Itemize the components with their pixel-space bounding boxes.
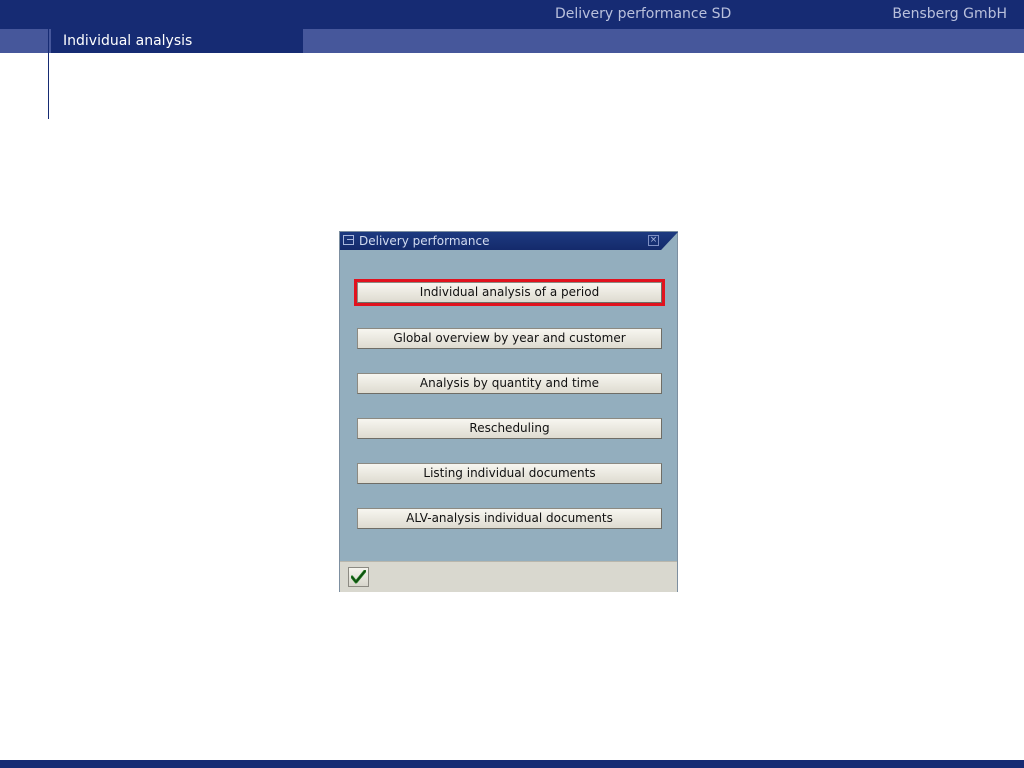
divider-line bbox=[48, 29, 49, 119]
rescheduling-button[interactable]: Rescheduling bbox=[357, 418, 662, 439]
close-icon[interactable]: × bbox=[648, 235, 659, 246]
tab-label: Individual analysis bbox=[63, 33, 193, 49]
dialog-titlebar[interactable]: Delivery performance × bbox=[340, 232, 678, 250]
tab-individual-analysis[interactable]: Individual analysis bbox=[51, 29, 303, 53]
checkmark-icon bbox=[351, 570, 366, 584]
dialog-title: Delivery performance bbox=[359, 234, 490, 248]
confirm-button[interactable] bbox=[348, 567, 369, 587]
subheader-bar: Individual analysis bbox=[0, 29, 1024, 53]
dialog-footer bbox=[340, 561, 677, 592]
header-bar: Delivery performance SD Bensberg GmbH bbox=[0, 0, 1024, 29]
alv-analysis-button[interactable]: ALV-analysis individual documents bbox=[357, 508, 662, 529]
delivery-performance-dialog: Delivery performance × Individual analys… bbox=[339, 231, 678, 592]
global-overview-button[interactable]: Global overview by year and customer bbox=[357, 328, 662, 349]
window-icon bbox=[343, 235, 354, 245]
analysis-quantity-time-button[interactable]: Analysis by quantity and time bbox=[357, 373, 662, 394]
subheader-left bbox=[0, 29, 47, 53]
listing-documents-button[interactable]: Listing individual documents bbox=[357, 463, 662, 484]
individual-analysis-button[interactable]: Individual analysis of a period bbox=[354, 279, 665, 306]
page-title: Delivery performance SD bbox=[555, 6, 732, 22]
company-name: Bensberg GmbH bbox=[892, 6, 1007, 22]
footer-bar bbox=[0, 760, 1024, 768]
